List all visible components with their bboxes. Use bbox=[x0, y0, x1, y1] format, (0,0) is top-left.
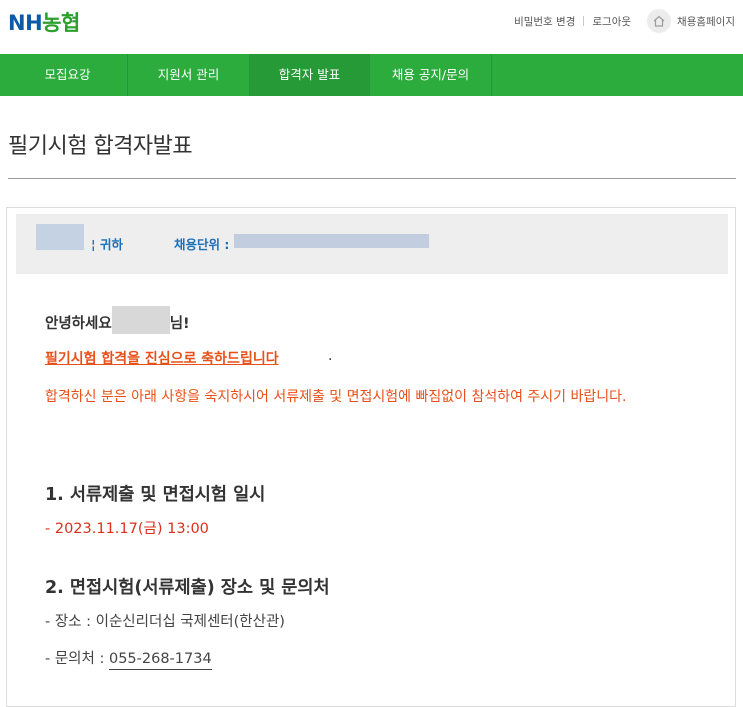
recruit-home-label: 채용홈페이지 bbox=[677, 15, 735, 28]
result-panel: ¦ 귀하 채용단위 : 안녕하세요 님! 필기시험 합격을 진심으로 축하드립니다… bbox=[6, 207, 736, 707]
nav-recruit-guide[interactable]: 모집요강 bbox=[8, 54, 128, 96]
applicant-info-bar: ¦ 귀하 채용단위 : bbox=[16, 214, 728, 274]
nav-notice-inquiry[interactable]: 채용 공지/문의 bbox=[370, 54, 492, 96]
greeting: 안녕하세요 님! bbox=[45, 306, 190, 334]
info-bullet: ¦ bbox=[91, 237, 96, 252]
unit-label: 채용단위 : bbox=[174, 237, 230, 252]
section2-place: - 장소 : 이순신리더십 국제센터(한산관) bbox=[45, 614, 285, 630]
congrats-tail: . bbox=[328, 348, 333, 364]
blurred-unit bbox=[234, 234, 429, 248]
nh-logo[interactable]: NH농협 bbox=[8, 7, 80, 37]
suffix-label: ¦ 귀하 bbox=[91, 237, 123, 252]
logout-link[interactable]: 로그아웃 bbox=[592, 14, 631, 29]
main-nav: 모집요강 지원서 관리 합격자 발표 채용 공지/문의 bbox=[0, 54, 743, 96]
header-links: 비밀번호 변경 로그아웃 채용홈페이지 bbox=[514, 9, 735, 33]
section2-contact: - 문의처 : 055-268-1734 bbox=[45, 647, 212, 670]
section1-title: 1. 서류제출 및 면접시험 일시 bbox=[45, 485, 266, 505]
divider bbox=[583, 16, 585, 26]
title-divider bbox=[8, 178, 736, 179]
recruit-home-link[interactable]: 채용홈페이지 bbox=[647, 9, 735, 33]
nav-result-announcement[interactable]: 합격자 발표 bbox=[250, 54, 370, 96]
nav-application-manage[interactable]: 지원서 관리 bbox=[128, 54, 250, 96]
page-title: 필기시험 합격자발표 bbox=[8, 134, 193, 159]
home-icon bbox=[647, 9, 672, 33]
congrats-message: 필기시험 합격을 진심으로 축하드립니다 bbox=[45, 351, 279, 367]
blurred-name bbox=[36, 224, 84, 250]
change-password-link[interactable]: 비밀번호 변경 bbox=[514, 14, 575, 29]
contact-phone[interactable]: 055-268-1734 bbox=[108, 651, 212, 670]
section1-datetime: - 2023.11.17(금) 13:00 bbox=[45, 521, 209, 537]
blurred-greeting-name bbox=[111, 306, 170, 334]
notice-message: 합격하신 분은 아래 사항을 숙지하시어 서류제출 및 면접시험에 빠짐없이 참… bbox=[45, 389, 627, 405]
section2-title: 2. 면접시험(서류제출) 장소 및 문의처 bbox=[45, 578, 330, 598]
top-header: NH농협 비밀번호 변경 로그아웃 채용홈페이지 bbox=[0, 0, 743, 52]
